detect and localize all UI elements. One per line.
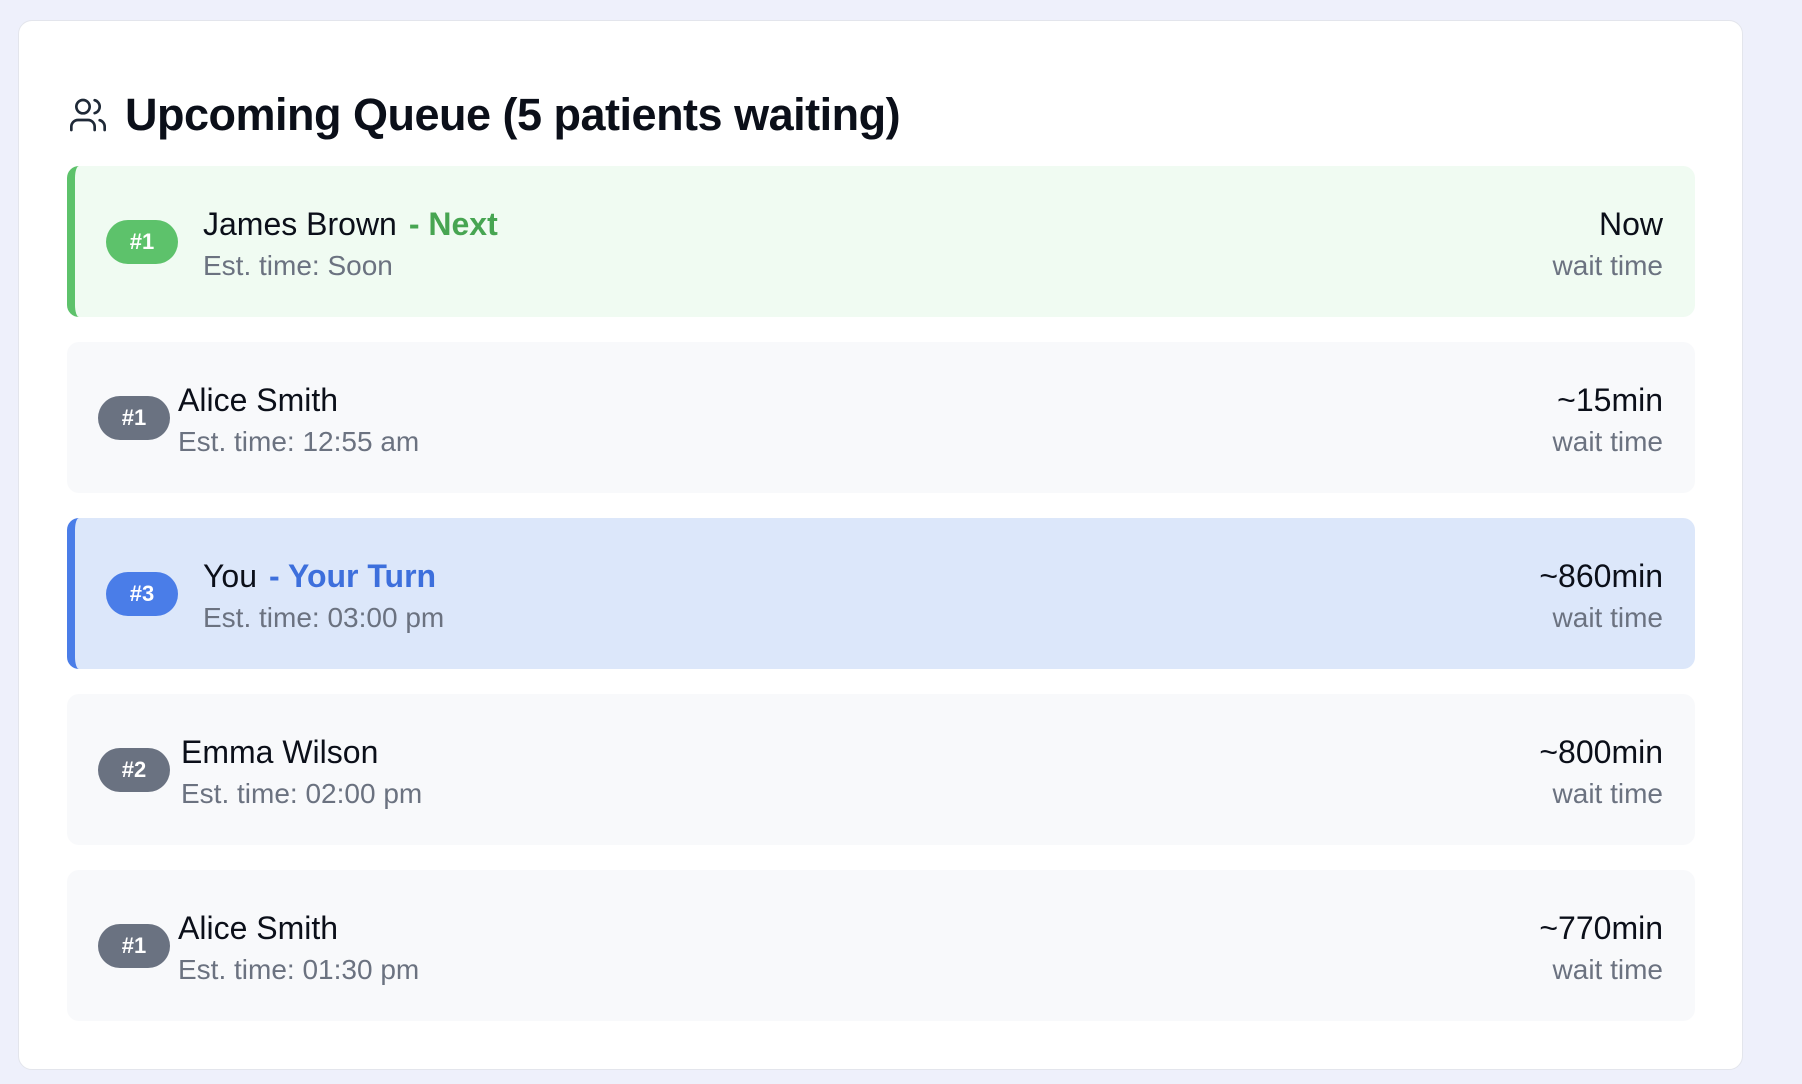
queue-item[interactable]: #2 Emma Wilson Est. time: 02:00 pm ~800m… (67, 694, 1695, 845)
queue-item-you[interactable]: #3 You - Your Turn Est. time: 03:00 pm ~8… (67, 518, 1695, 669)
patient-info: Alice Smith Est. time: 12:55 am (178, 380, 419, 460)
patient-name-line: James Brown - Next (203, 204, 498, 244)
patient-name-line: You - Your Turn (203, 556, 444, 596)
patient-name: You (203, 558, 257, 594)
position-badge: #1 (98, 396, 170, 440)
patient-name: Emma Wilson (181, 734, 379, 770)
wait-info: ~15min wait time (1553, 380, 1663, 460)
estimated-time: Est. time: Soon (203, 250, 393, 281)
wait-label: wait time (1552, 954, 1663, 985)
estimated-time: Est. time: 03:00 pm (203, 602, 445, 633)
wait-info: ~770min wait time (1539, 908, 1663, 988)
patient-name: Alice Smith (178, 910, 339, 946)
page-title: Upcoming Queue (5 patients waiting) (125, 89, 901, 140)
patient-name-line: Alice Smith (178, 380, 419, 420)
estimated-time: Est. time: 02:00 pm (181, 778, 423, 809)
wait-info: ~800min wait time (1539, 732, 1663, 812)
patient-info: Alice Smith Est. time: 01:30 pm (178, 908, 419, 988)
queue-item[interactable]: #1 Alice Smith Est. time: 12:55 am ~15mi… (67, 342, 1695, 493)
patient-name-line: Alice Smith (178, 908, 419, 948)
upcoming-queue-card: Upcoming Queue (5 patients waiting) #1 J… (18, 20, 1743, 1070)
wait-value: ~15min (1557, 382, 1663, 418)
wait-label: wait time (1552, 426, 1663, 457)
next-tag: - Next (408, 206, 498, 242)
patient-name: James Brown (203, 206, 397, 242)
wait-info: ~860min wait time (1539, 556, 1663, 636)
patient-info: You - Your Turn Est. time: 03:00 pm (203, 556, 444, 636)
users-icon (67, 94, 109, 136)
queue-header: Upcoming Queue (5 patients waiting) (67, 85, 901, 145)
patient-name: Alice Smith (178, 382, 339, 418)
your-turn-tag: - Your Turn (269, 558, 437, 594)
wait-value: ~770min (1539, 910, 1663, 946)
patient-info: Emma Wilson Est. time: 02:00 pm (181, 732, 422, 812)
wait-value: ~800min (1539, 734, 1663, 770)
patient-name-line: Emma Wilson (181, 732, 422, 772)
queue-item-next[interactable]: #1 James Brown - Next Est. time: Soon Now… (67, 166, 1695, 317)
wait-value: Now (1598, 206, 1663, 242)
estimated-time: Est. time: 01:30 pm (178, 954, 420, 985)
estimated-time: Est. time: 12:55 am (178, 426, 420, 457)
position-badge: #3 (106, 572, 178, 616)
wait-info: Now wait time (1553, 204, 1663, 284)
wait-label: wait time (1552, 250, 1663, 281)
position-badge: #1 (106, 220, 178, 264)
position-badge: #2 (98, 748, 170, 792)
wait-label: wait time (1552, 602, 1663, 633)
wait-label: wait time (1552, 778, 1663, 809)
position-badge: #1 (98, 924, 170, 968)
patient-info: James Brown - Next Est. time: Soon (203, 204, 498, 284)
wait-value: ~860min (1539, 558, 1663, 594)
queue-item[interactable]: #1 Alice Smith Est. time: 01:30 pm ~770m… (67, 870, 1695, 1021)
queue-list: #1 James Brown - Next Est. time: Soon Now… (67, 166, 1695, 1021)
